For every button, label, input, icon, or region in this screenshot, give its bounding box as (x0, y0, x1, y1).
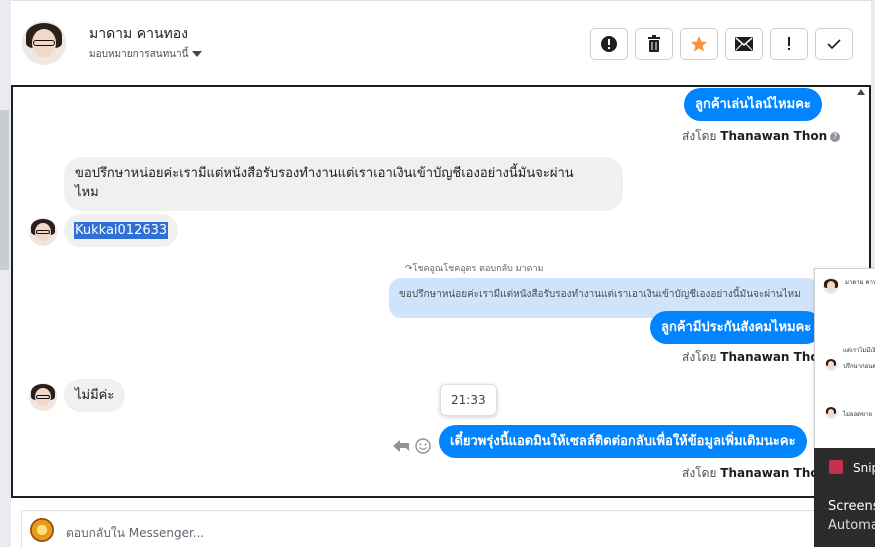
envelope-icon (735, 37, 753, 51)
delete-button[interactable] (635, 28, 673, 60)
emoji-react-icon[interactable] (415, 438, 431, 454)
exclamation-circle-icon (601, 36, 617, 52)
timestamp-tooltip: 21:33 (440, 384, 497, 416)
reply-composer[interactable]: ตอบกลับใน Messenger... (21, 510, 821, 547)
left-scrollbar[interactable] (0, 0, 11, 547)
scrollbar-thumb[interactable] (0, 110, 9, 270)
preview-text: ปรึกษาก่อนค่ะ (843, 363, 875, 370)
snip-notification[interactable]: Snip Screens Automa (814, 448, 875, 547)
sent-by-prefix: ส่งโดย (682, 466, 717, 480)
spam-report-button[interactable] (590, 28, 628, 60)
message-thread[interactable]: ลูกค้าเล่นไลน์ไหมคะ ส่งโดย Thanawan Thon… (11, 85, 871, 498)
message-incoming[interactable]: Kukkai012633 (64, 214, 179, 247)
reply-arrow-icon: ↷ (405, 264, 413, 274)
sender-name: Thanawan Thon (720, 129, 828, 143)
right-edge (871, 0, 875, 270)
reply-meta-text: โชคอูณโชคอุดร ตอบกลับ มาดาม (412, 264, 544, 274)
sent-by-label: ส่งโดย Thanawan Thon? (682, 127, 841, 146)
trash-icon (648, 35, 660, 52)
checkmark-icon (827, 39, 841, 50)
question-circle-icon[interactable]: ? (830, 131, 841, 142)
app-root: มาดาม คานทอง มอบหมายการสนทนานี้ ลูกค้าเล… (0, 0, 875, 547)
reply-meta: ↷โชคอูณโชคอุดร ตอบกลับ มาดาม (405, 261, 544, 275)
chevron-down-icon (192, 51, 203, 57)
exclamation-icon (788, 37, 790, 50)
star-icon (691, 36, 707, 52)
preview-avatar (825, 359, 837, 371)
scroll-up-arrow-icon[interactable] (857, 89, 865, 95)
sender-name: Thanawan Thon (720, 466, 828, 480)
contact-avatar[interactable] (22, 21, 66, 65)
message-outgoing[interactable]: ลูกค้าเล่นไลน์ไหมคะ (684, 88, 822, 121)
snip-line-1: Screens (828, 499, 875, 514)
sender-name: Thanawan Thon (720, 350, 828, 364)
sender-avatar[interactable] (29, 218, 57, 246)
header-toolbar (590, 28, 853, 60)
preview-avatar (825, 407, 837, 419)
selected-text[interactable]: Kukkai012633 (74, 222, 169, 239)
reply-input-placeholder[interactable]: ตอบกลับใน Messenger... (66, 524, 204, 543)
preview-text: แต่เราไม่มีเงิน (843, 347, 875, 354)
contact-name[interactable]: มาดาม คานทอง (89, 23, 188, 45)
assign-label: มอบหมายการสนทนานี้ (89, 49, 189, 60)
snip-title: Snip (853, 461, 875, 475)
snip-tool-icon (829, 460, 843, 474)
message-outgoing[interactable]: ลูกค้ามีประกันสังคมไหมคะ (650, 311, 823, 344)
message-incoming[interactable]: ไม่มีค่ะ (64, 379, 126, 412)
conversation-header: มาดาม คานทอง มอบหมายการสนทนานี้ (11, 0, 871, 84)
mark-done-button[interactable] (815, 28, 853, 60)
sent-by-label: ส่งโดย Thanawan Thon (682, 348, 827, 367)
preview-avatar (823, 278, 839, 294)
page-avatar (30, 518, 54, 542)
assign-conversation-dropdown[interactable]: มอบหมายการสนทนานี้ (89, 47, 203, 62)
mark-unread-button[interactable] (725, 28, 763, 60)
snip-line-2: Automa (828, 518, 875, 533)
sent-by-prefix: ส่งโดย (682, 129, 717, 143)
overlay-preview-panel: มาดาม คานทอง แต่เราไม่มีเงิน ปรึกษาก่อนค… (814, 268, 875, 448)
preview-text: ไม่ยอดขาย (843, 411, 872, 418)
message-incoming[interactable]: ขอปรึกษาหน่อยค่ะเรามีแต่หนังสือรับรองทำง… (64, 157, 623, 211)
sent-by-label: ส่งโดย Thanawan Thon (682, 464, 827, 483)
sender-avatar[interactable] (29, 383, 57, 411)
preview-name: มาดาม คานทอง (845, 279, 875, 286)
follow-up-button[interactable] (770, 28, 808, 60)
sent-by-prefix: ส่งโดย (682, 350, 717, 364)
reply-icon[interactable] (393, 439, 411, 453)
star-button[interactable] (680, 28, 718, 60)
message-outgoing[interactable]: เดี๋ยวพรุ่งนี้แอดมินให้เซลล์ติดต่อกลับเพ… (439, 425, 807, 458)
